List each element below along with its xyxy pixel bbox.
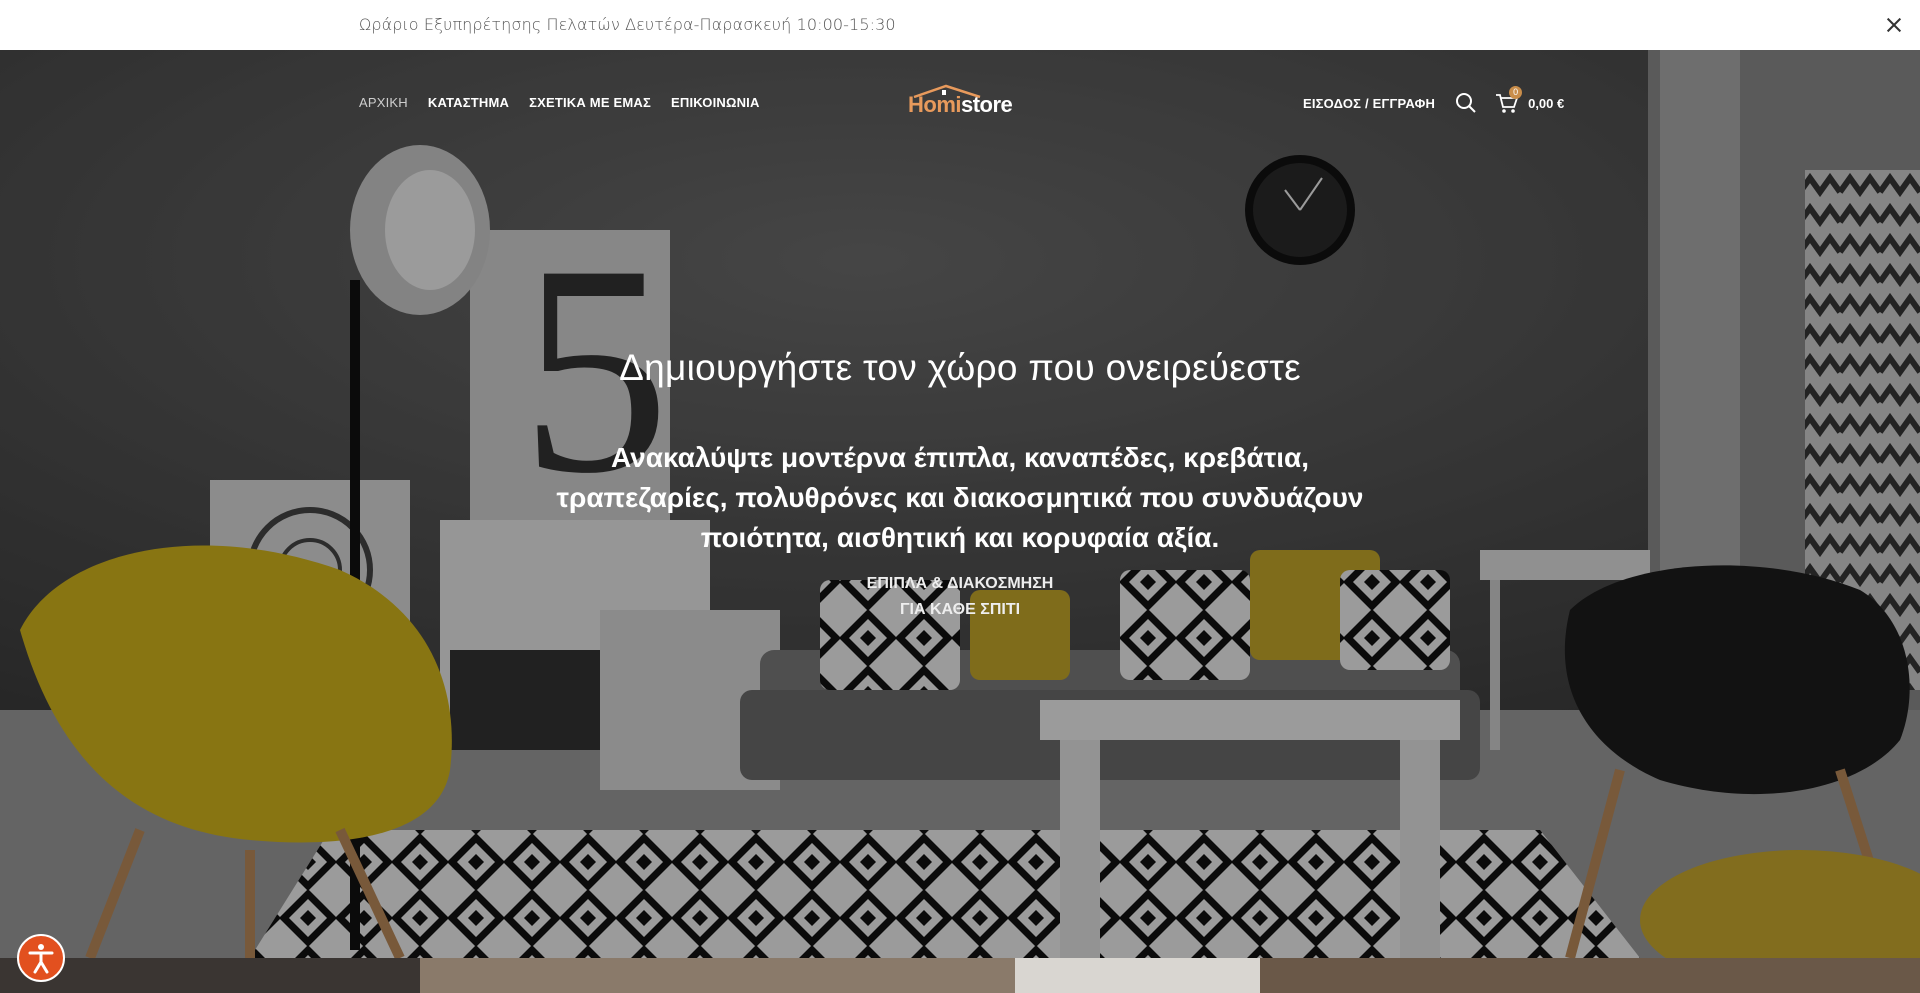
logo-text: Homistore xyxy=(908,92,1013,117)
nav-item-contact[interactable]: ΕΠΙΚΟΙΝΩΝΙΑ xyxy=(671,95,760,110)
nav-item-shop[interactable]: ΚΑΤΑΣΤΗΜΑ xyxy=(428,95,509,110)
hero-subtitle: Ανακαλύψτε μοντέρνα έπιπλα, καναπέδες, κ… xyxy=(556,442,1364,553)
top-notice-bar: Ωράριο Εξυπηρέτησης Πελατών Δευτέρα-Παρα… xyxy=(0,0,1920,50)
hero-tagline-line2: ΓΙΑ ΚΑΘΕ ΣΠΙΤΙ xyxy=(899,601,1021,618)
accessibility-button[interactable] xyxy=(17,934,65,982)
hero-title: Δημιουργήστε τον χώρο που ονειρεύεστε xyxy=(619,347,1301,388)
cart-button[interactable]: 0 xyxy=(1495,86,1523,114)
site-logo[interactable]: Homistore xyxy=(908,84,1013,118)
main-navigation: ΑΡΧΙΚΗ ΚΑΤΑΣΤΗΜΑ ΣΧΕΤΙΚΑ ΜΕ ΕΜΑΣ ΕΠΙΚΟΙΝ… xyxy=(359,95,760,110)
accessibility-icon xyxy=(28,944,54,974)
cart-total[interactable]: 0,00 € xyxy=(1528,96,1564,111)
next-section-banner xyxy=(0,958,1920,993)
login-register-link[interactable]: ΕΙΣΟΔΟΣ / ΕΓΓΡΑΦΗ xyxy=(1303,96,1435,111)
hero-tagline-line1: ΕΠΙΠΛΑ & ΔΙΑΚΟΣΜΗΣΗ xyxy=(866,575,1054,592)
header-actions: ΕΙΣΟΔΟΣ / ΕΓΓΡΑΦΗ 0 0,00 € xyxy=(1303,86,1564,114)
search-icon[interactable] xyxy=(1455,92,1477,114)
hero-tagline: ΕΠΙΠΛΑ & ΔΙΑΚΟΣΜΗΣΗ ΓΙΑ ΚΑΘΕ ΣΠΙΤΙ xyxy=(0,571,1920,623)
customer-service-hours: Ωράριο Εξυπηρέτησης Πελατών Δευτέρα-Παρα… xyxy=(359,15,896,34)
nav-item-about[interactable]: ΣΧΕΤΙΚΑ ΜΕ ΕΜΑΣ xyxy=(529,95,651,110)
close-icon[interactable] xyxy=(1884,15,1904,35)
nav-item-home[interactable]: ΑΡΧΙΚΗ xyxy=(359,95,408,110)
cart-count-badge: 0 xyxy=(1509,86,1523,99)
